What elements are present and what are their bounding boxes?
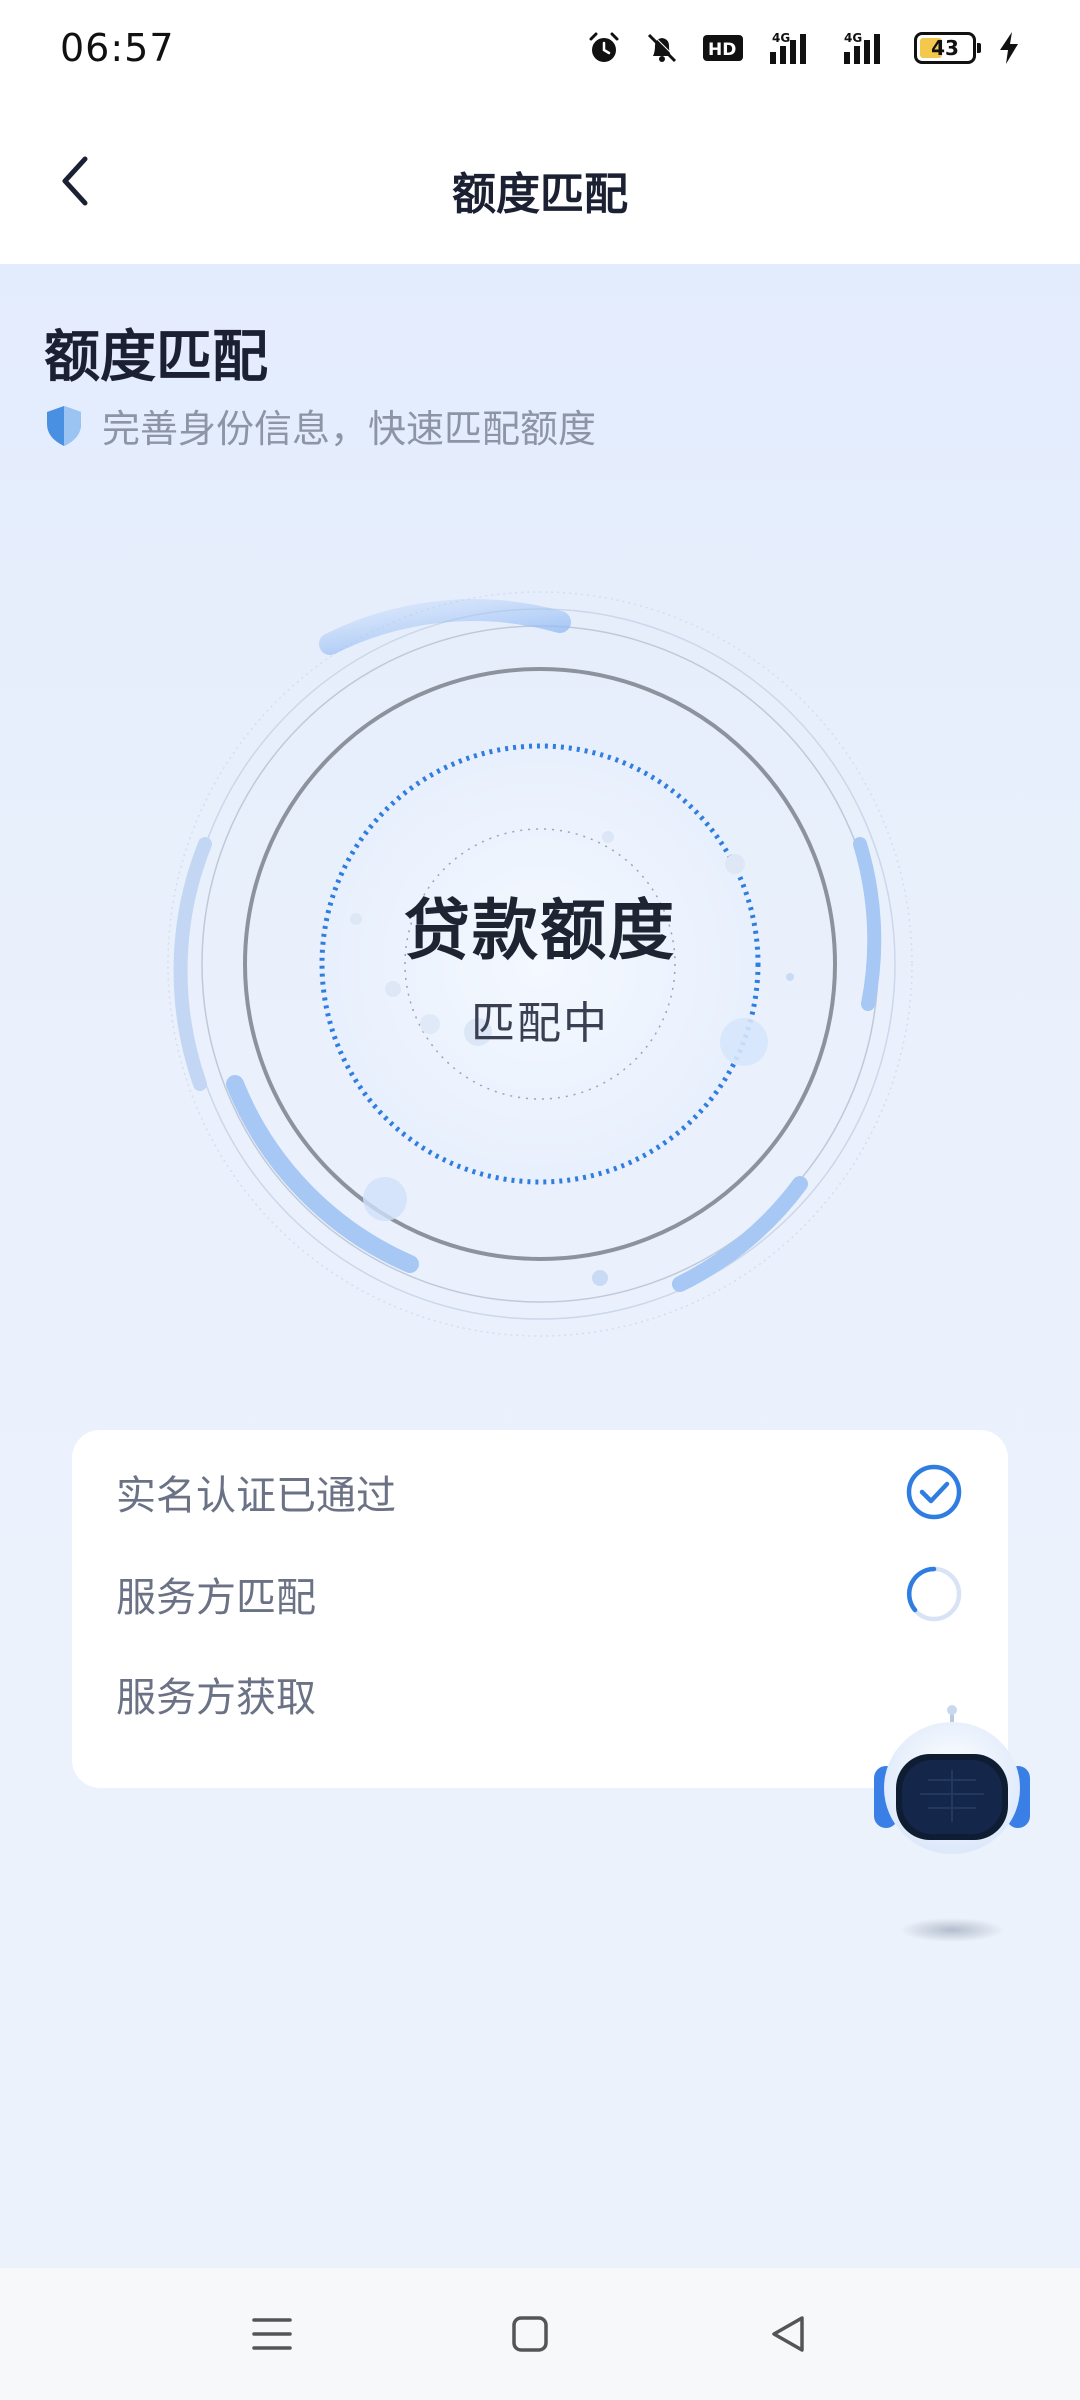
charging-icon: [998, 30, 1020, 66]
menu-icon: [252, 2318, 292, 2350]
signal-4g-icon: 4G: [766, 30, 820, 66]
radar-title: 贷款额度: [404, 892, 676, 969]
section-title: 额度匹配: [44, 325, 268, 390]
step-label: 实名认证已通过: [116, 1473, 396, 1519]
status-time: 06:57: [60, 26, 175, 70]
radar-status: 匹配中: [471, 998, 609, 1049]
step-row-verification: 实名认证已通过: [116, 1452, 964, 1532]
nav-menu-button[interactable]: [236, 2298, 308, 2370]
status-icons: HD 4G 4G 43: [586, 28, 1020, 68]
nav-back-button[interactable]: [752, 2298, 824, 2370]
back-triangle-icon: [772, 2316, 804, 2352]
battery-icon: 43: [914, 32, 981, 64]
app-header: 额度匹配: [0, 96, 1080, 264]
nav-home-button[interactable]: [494, 2298, 566, 2370]
svg-text:4G: 4G: [772, 31, 790, 45]
step-row-service-match: 服务方匹配: [116, 1554, 964, 1634]
signal-4g-icon: 4G: [842, 30, 892, 66]
svg-text:HD: HD: [708, 40, 736, 60]
shield-icon: [47, 405, 81, 446]
alarm-icon: [586, 30, 622, 66]
step-label: 服务方匹配: [116, 1575, 316, 1621]
battery-level: 43: [931, 36, 959, 60]
section-subtitle: 完善身份信息，快速匹配额度: [44, 398, 596, 453]
system-nav-bar: [0, 2268, 1080, 2400]
svg-text:4G: 4G: [844, 31, 862, 45]
main-content: 额度匹配 完善身份信息，快速匹配额度 贷款额度 匹配中 实名认证已通过 服务方匹…: [0, 264, 1080, 2268]
bell-muted-icon: [644, 30, 680, 66]
step-row-service-fetch: 服务方获取: [116, 1654, 964, 1734]
step-label: 服务方获取: [116, 1675, 316, 1721]
spinner-icon: [906, 1566, 962, 1622]
home-square-icon: [512, 2316, 548, 2352]
radar-text: 贷款额度 匹配中: [160, 584, 920, 1344]
subtitle-text: 完善身份信息，快速匹配额度: [102, 407, 597, 451]
hd-icon: HD: [702, 32, 744, 64]
status-bar: 06:57 HD 4G 4G 43: [0, 0, 1080, 96]
robot-assistant-icon[interactable]: [862, 1704, 1042, 1954]
matching-radar: 贷款额度 匹配中: [160, 584, 920, 1344]
check-circle-icon: [906, 1464, 962, 1520]
page-title: 额度匹配: [452, 169, 628, 220]
